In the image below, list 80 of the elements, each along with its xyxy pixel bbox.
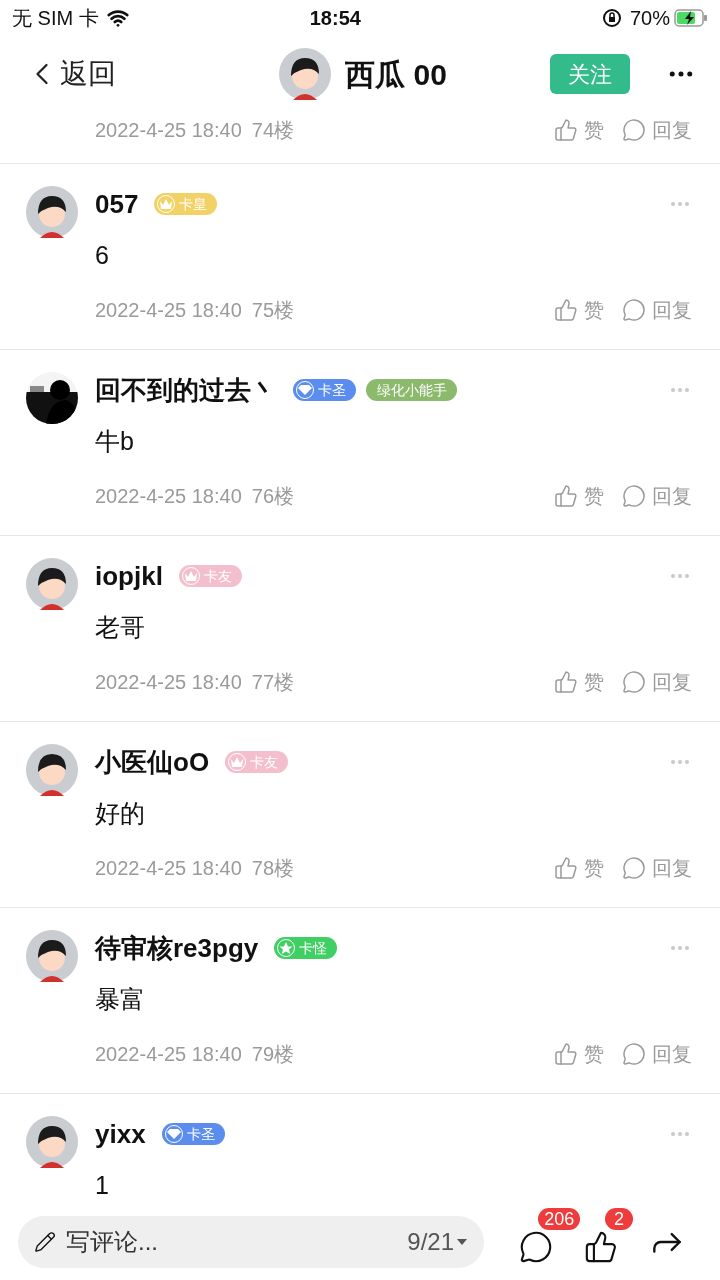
like-button[interactable]: 赞	[554, 853, 604, 883]
avatar-icon	[26, 930, 78, 982]
floor-number: 78楼	[251, 856, 295, 881]
wifi-icon	[106, 7, 129, 29]
floor-number: 79楼	[251, 1042, 295, 1067]
rank-badge: 卡圣	[161, 1123, 225, 1145]
speech-bubble-icon	[622, 670, 646, 694]
comment-text: 老哥	[95, 612, 145, 644]
reply-button[interactable]: 回复	[622, 1039, 692, 1069]
post-time: 2022-4-25 18:40	[95, 1042, 242, 1067]
rank-badge: 卡圣	[293, 379, 356, 401]
speech-bubble-icon	[622, 118, 646, 142]
battery-percent: 70%	[629, 6, 670, 31]
rotation-lock-icon	[601, 8, 622, 28]
count-badge: 206	[538, 1208, 581, 1230]
speech-bubble-icon	[622, 298, 646, 322]
like-button[interactable]: 赞	[554, 667, 604, 697]
pen-icon	[34, 1231, 56, 1253]
rank-badge: 卡友	[225, 751, 289, 773]
comment-text: 1	[95, 1170, 109, 1202]
avatar-icon	[26, 186, 78, 238]
rank-badge: 卡友	[178, 565, 242, 587]
thumbs-up-icon	[554, 670, 578, 694]
rank-badge: 卡怪	[274, 937, 338, 959]
reply-button[interactable]: 回复	[622, 295, 692, 325]
floor-number: 74楼	[251, 118, 295, 143]
thumbs-up-icon	[584, 1230, 618, 1264]
comment-text: 好的	[95, 798, 145, 830]
comment-text: 6	[95, 240, 109, 272]
floor-number: 76楼	[251, 484, 295, 509]
rank-badge: 绿化小能手	[366, 379, 457, 401]
page-selector[interactable]: 9/21	[407, 1224, 468, 1260]
like-button[interactable]: 赞	[554, 481, 604, 511]
user-name: 回不到的过去丶	[95, 373, 277, 407]
author-name: 西瓜 00	[345, 56, 447, 93]
avatar-icon	[26, 744, 78, 796]
speech-bubble-icon	[622, 484, 646, 508]
speech-bubble-icon	[622, 856, 646, 880]
comment-field-input[interactable]: 写评论...	[66, 1224, 398, 1260]
reply-button[interactable]: 回复	[622, 115, 692, 145]
comment-text: 牛b	[95, 426, 134, 458]
user-name: iopjkl	[95, 559, 163, 593]
user-name: 057	[95, 187, 139, 221]
thumbs-up-icon	[554, 298, 578, 322]
thumbs-up-icon	[554, 484, 578, 508]
post-time: 2022-4-25 18:40	[95, 856, 242, 881]
reply-button[interactable]: 回复	[622, 853, 692, 883]
post-time: 2022-4-25 18:40	[95, 484, 242, 509]
thumbs-up-icon	[554, 118, 578, 142]
user-name: yixx	[95, 1117, 146, 1151]
clock-text: 18:54	[308, 6, 362, 31]
comment-input[interactable]: 写评论... 9/21	[18, 1216, 484, 1268]
comment-text: 暴富	[95, 984, 145, 1016]
speech-bubble-icon	[519, 1230, 554, 1264]
speech-bubble-icon	[622, 1042, 646, 1066]
reply-button[interactable]: 回复	[622, 667, 692, 697]
avatar-icon	[26, 558, 78, 610]
reply-button[interactable]: 回复	[622, 481, 692, 511]
like-button[interactable]: 赞	[554, 295, 604, 325]
avatar-icon	[279, 48, 332, 100]
carrier-text: 无 SIM 卡	[12, 6, 99, 31]
avatar-icon	[26, 1116, 78, 1168]
thumbs-up-icon	[554, 1042, 578, 1066]
thumbs-up-icon	[554, 856, 578, 880]
post-time: 2022-4-25 18:40	[95, 118, 242, 143]
count-badge: 2	[605, 1208, 633, 1230]
battery-charging-icon	[674, 9, 708, 27]
user-name: 待审核re3pgy	[95, 931, 259, 965]
like-post-button[interactable]	[583, 1230, 619, 1264]
follow-button[interactable]: 关注	[550, 54, 630, 94]
like-button[interactable]: 赞	[554, 1039, 604, 1069]
caret-down-icon	[456, 1238, 468, 1246]
post-time: 2022-4-25 18:40	[95, 670, 242, 695]
floor-number: 75楼	[251, 298, 295, 323]
rank-badge: 卡皇	[154, 193, 218, 215]
user-name: 小医仙oO	[95, 745, 210, 779]
back-button[interactable]: 返回	[24, 53, 116, 95]
like-button[interactable]: 赞	[554, 115, 604, 145]
post-time: 2022-4-25 18:40	[95, 298, 242, 323]
floor-number: 77楼	[251, 670, 295, 695]
